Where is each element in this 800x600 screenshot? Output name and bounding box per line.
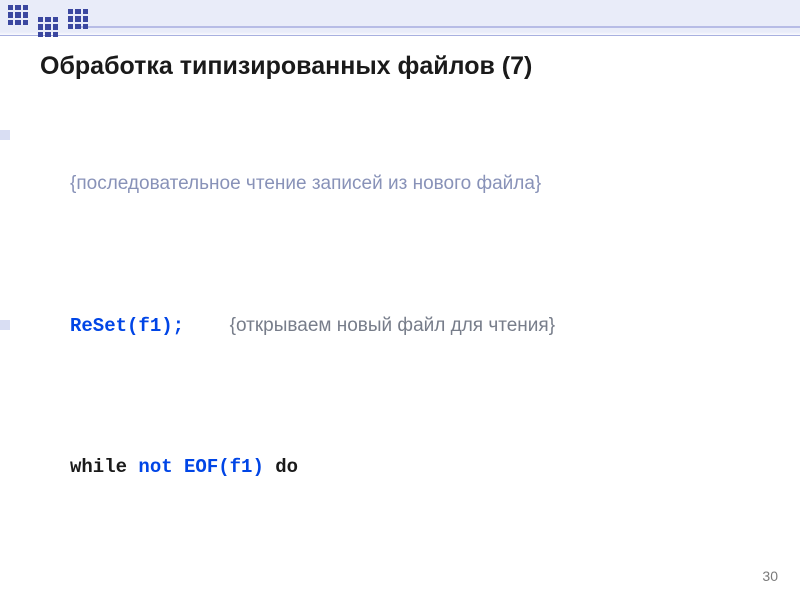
slide-title: Обработка типизированных файлов (7) [40, 52, 760, 81]
banner-bar [75, 0, 800, 28]
decor-square-icon [6, 3, 30, 27]
decor-square-icon [36, 15, 60, 39]
decor-square-icon [66, 7, 90, 31]
comment-text: {последовательное чтение записей из ново… [70, 173, 541, 194]
code-text: while [70, 456, 138, 478]
page-number: 30 [762, 568, 778, 584]
decor-squares [6, 3, 90, 27]
slide-content: Обработка типизированных файлов (7) {пос… [0, 48, 800, 600]
code-block: {последовательное чтение записей из ново… [40, 95, 760, 600]
code-keyword: ReSet(f1); [70, 315, 184, 337]
code-keyword: not EOF(f1) [138, 456, 263, 478]
comment-text: {открываем новый файл для чтения} [230, 315, 555, 336]
code-text: do [264, 456, 298, 478]
slide-banner [0, 0, 800, 36]
